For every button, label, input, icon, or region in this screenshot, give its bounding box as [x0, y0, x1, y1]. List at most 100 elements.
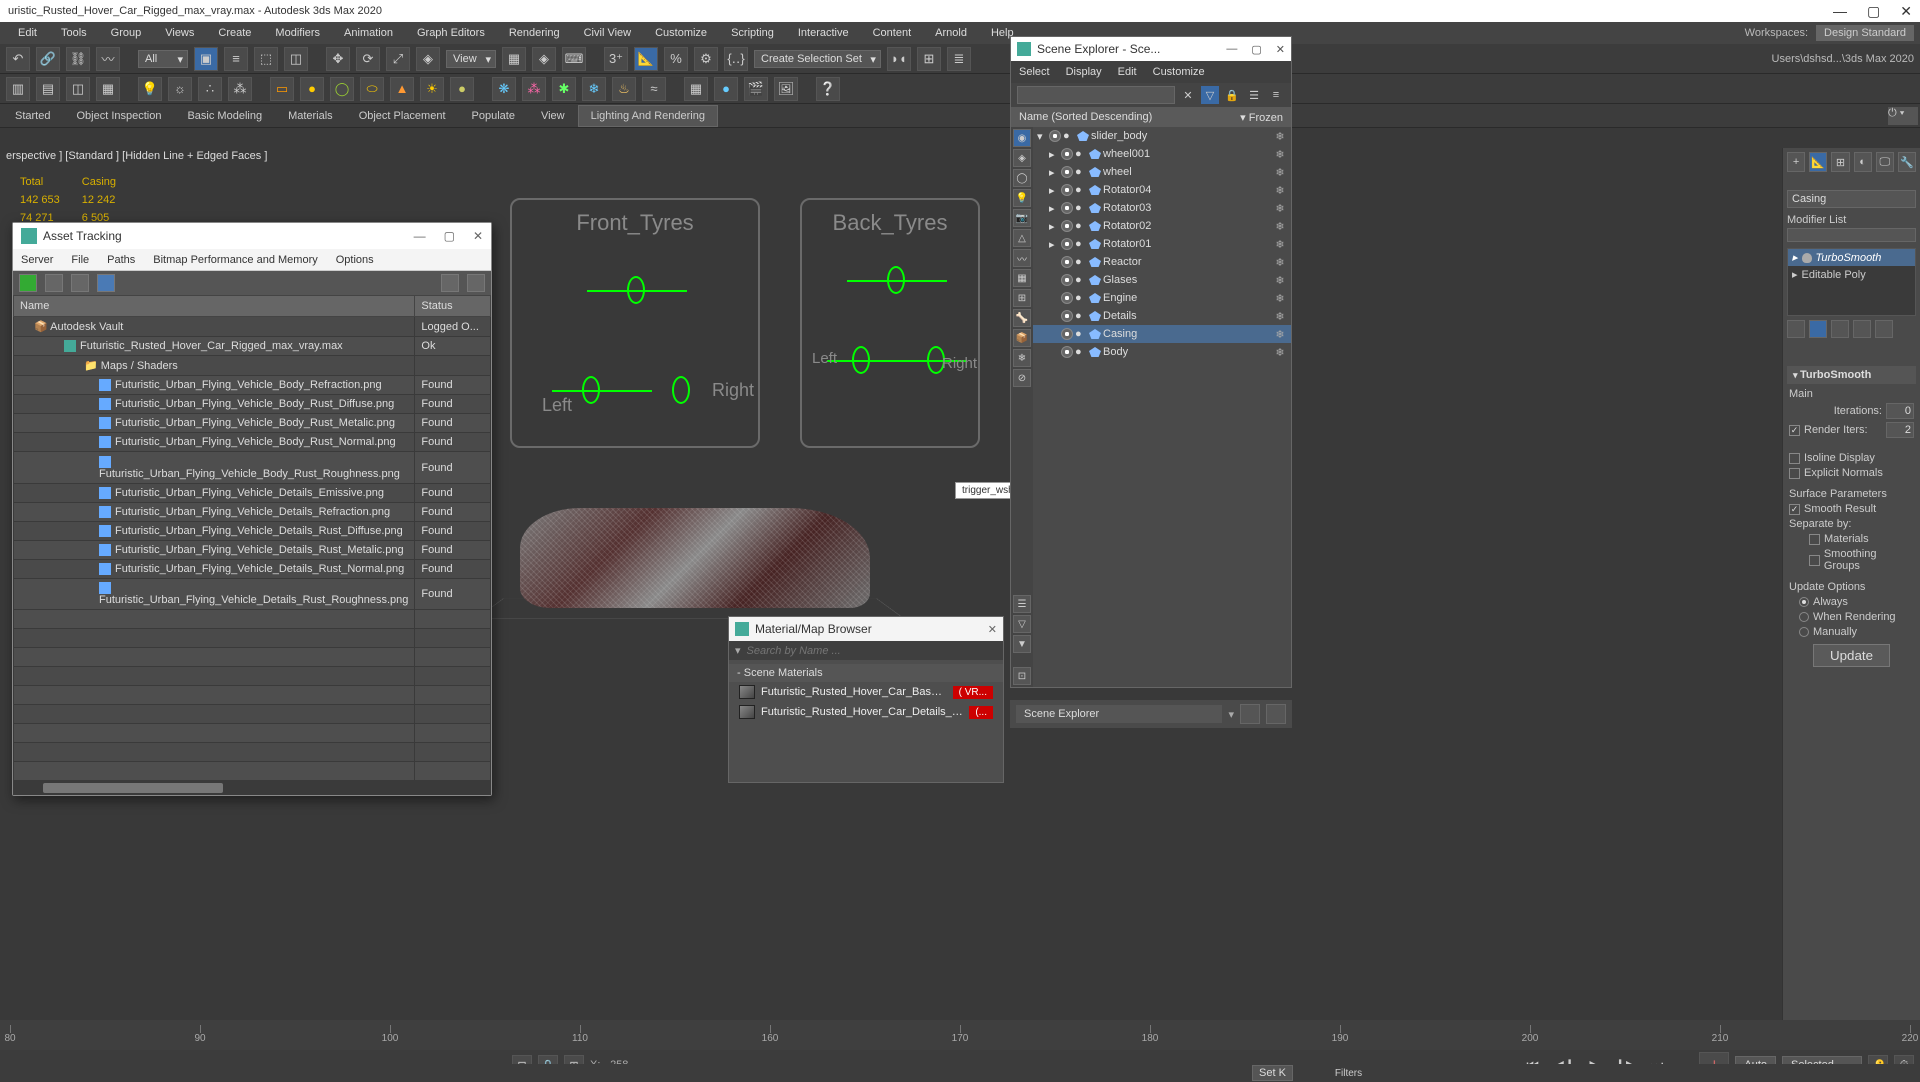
object-name-field[interactable]: Casing	[1787, 190, 1916, 208]
separate-smoothing-groups-checkbox[interactable]	[1809, 555, 1820, 566]
asset-minimize[interactable]: —	[414, 229, 426, 243]
help-icon[interactable]: ❔	[816, 77, 840, 101]
freeze-icon[interactable]: ❄	[1273, 328, 1287, 341]
particle-icon-2[interactable]: ⁂	[228, 77, 252, 101]
select-rect-button[interactable]: ⬚	[254, 47, 278, 71]
menu-tools[interactable]: Tools	[49, 24, 99, 42]
angle-snap-button[interactable]: 📐	[634, 47, 658, 71]
select-by-name-button[interactable]: ≡	[224, 47, 248, 71]
tool-btn-3[interactable]: ◫	[66, 77, 90, 101]
freeze-icon[interactable]: ❄	[1273, 166, 1287, 179]
primitive-sphere[interactable]: ●	[300, 77, 324, 101]
manipulate-button[interactable]: ◈	[532, 47, 556, 71]
visibility-toggle[interactable]	[1061, 238, 1073, 250]
visibility-toggle[interactable]	[1061, 346, 1073, 358]
ribbon-tab-view[interactable]: View	[528, 105, 578, 127]
freeze-icon[interactable]: ❄	[1273, 220, 1287, 233]
utilities-tab[interactable]: 🔧	[1898, 152, 1916, 172]
asset-item-row[interactable]: Futuristic_Urban_Flying_Vehicle_Details_…	[14, 540, 491, 559]
undo-button[interactable]: ↶	[6, 47, 30, 71]
hierarchy-tab[interactable]: ⊞	[1831, 152, 1849, 172]
fx-btn-3[interactable]: ✱	[552, 77, 576, 101]
move-button[interactable]: ✥	[326, 47, 350, 71]
menu-modifiers[interactable]: Modifiers	[263, 24, 332, 42]
scene-tree-row[interactable]: ▸●Rotator01❄	[1033, 235, 1291, 253]
primitive-tube[interactable]: ●	[450, 77, 474, 101]
material-browser-window[interactable]: Material/Map Browser ✕ ▾ - Scene Materia…	[728, 616, 1004, 783]
scene-maximize[interactable]: ▢	[1251, 43, 1261, 56]
asset-tracking-window[interactable]: Asset Tracking — ▢ ✕ Server File Paths B…	[12, 222, 492, 796]
scene-menu-select[interactable]: Select	[1019, 66, 1050, 78]
asset-item-row[interactable]: Futuristic_Urban_Flying_Vehicle_Body_Rus…	[14, 414, 491, 433]
ribbon-tab-basic-modeling[interactable]: Basic Modeling	[174, 105, 275, 127]
asset-folder-row[interactable]: 📁 Maps / Shaders	[14, 356, 491, 376]
fx-btn-6[interactable]: ≈	[642, 77, 666, 101]
viewport-3d-content[interactable]: Front_Tyres Left Right Back_Tyres Left R…	[500, 198, 1010, 648]
menu-create[interactable]: Create	[206, 24, 263, 42]
menu-content[interactable]: Content	[861, 24, 924, 42]
freeze-icon[interactable]: ❄	[1273, 346, 1287, 359]
bind-button[interactable]: 〰	[96, 47, 120, 71]
layer-explorer-button[interactable]: ≣	[947, 47, 971, 71]
ribbon-tab-populate[interactable]: Populate	[459, 105, 528, 127]
primitive-cone[interactable]: ▲	[390, 77, 414, 101]
maximize-button[interactable]: ▢	[1867, 3, 1880, 20]
filter-cameras[interactable]: 📷	[1013, 209, 1031, 227]
asset-titlebar[interactable]: Asset Tracking — ▢ ✕	[13, 223, 491, 249]
scene-tree-row[interactable]: ▸●Rotator03❄	[1033, 199, 1291, 217]
scene-titlebar[interactable]: Scene Explorer - Sce... — ▢ ✕	[1011, 37, 1291, 61]
asset-maximize[interactable]: ▢	[444, 229, 455, 243]
rig-back-slider-top[interactable]	[847, 280, 947, 282]
modifier-list-dropdown[interactable]	[1787, 228, 1916, 242]
pin-stack-button[interactable]	[1787, 320, 1805, 338]
freeze-icon[interactable]: ❄	[1273, 238, 1287, 251]
fx-btn-2[interactable]: ⁂	[522, 77, 546, 101]
menu-group[interactable]: Group	[99, 24, 154, 42]
scene-tree-row[interactable]: ●Engine❄	[1033, 289, 1291, 307]
asset-col-status[interactable]: Status	[415, 296, 491, 317]
render-iters-checkbox[interactable]	[1789, 425, 1800, 436]
timeline-ticks[interactable]: 8090100110160170180190200210220	[10, 1025, 1910, 1045]
scene-explorer-window[interactable]: Scene Explorer - Sce... — ▢ ✕ Select Dis…	[1010, 36, 1292, 688]
set-key-button[interactable]: Set K	[1252, 1065, 1293, 1081]
visibility-toggle[interactable]	[1061, 202, 1073, 214]
primitive-box[interactable]: ▭	[270, 77, 294, 101]
placement-button[interactable]: ◈	[416, 47, 440, 71]
filter-spacewarps[interactable]: 〰	[1013, 249, 1031, 267]
primitive-cylinder[interactable]: ⬭	[360, 77, 384, 101]
percent-snap-button[interactable]: %	[664, 47, 688, 71]
snap-toggle-button[interactable]: 3⁺	[604, 47, 628, 71]
remove-modifier-button[interactable]	[1853, 320, 1871, 338]
scene-menu-display[interactable]: Display	[1066, 66, 1102, 78]
filter-groups[interactable]: ▦	[1013, 269, 1031, 287]
freeze-icon[interactable]: ❄	[1273, 310, 1287, 323]
modifier-turbosmooth[interactable]: ▸TurboSmooth	[1788, 249, 1915, 266]
asset-view-list[interactable]	[45, 274, 63, 292]
filter-all[interactable]: ◉	[1013, 129, 1031, 147]
visibility-toggle[interactable]	[1061, 328, 1073, 340]
scene-list-button[interactable]: ≡	[1267, 86, 1285, 104]
visibility-toggle[interactable]	[1061, 166, 1073, 178]
filter-shapes[interactable]: ◯	[1013, 169, 1031, 187]
visibility-toggle[interactable]	[1061, 184, 1073, 196]
visibility-toggle[interactable]	[1049, 130, 1061, 142]
material-item-1[interactable]: Futuristic_Rusted_Hover_Car_Details_MAT …	[729, 702, 1003, 722]
menu-graph-editors[interactable]: Graph Editors	[405, 24, 497, 42]
timeline[interactable]: 8090100110160170180190200210220	[0, 1020, 1920, 1050]
display-tab[interactable]: 🖵	[1876, 152, 1894, 172]
asset-settings-button[interactable]	[467, 274, 485, 292]
scale-button[interactable]: ⤢	[386, 47, 410, 71]
scene-tree-row[interactable]: ●Body❄	[1033, 343, 1291, 361]
visibility-toggle[interactable]	[1061, 310, 1073, 322]
material-close-button[interactable]: ✕	[988, 623, 997, 636]
scene-menu-customize[interactable]: Customize	[1153, 66, 1205, 78]
scene-tree-button[interactable]: ☰	[1245, 86, 1263, 104]
filter-hidden[interactable]: ⊘	[1013, 369, 1031, 387]
primitive-plane[interactable]: ☀	[420, 77, 444, 101]
material-search-input[interactable]	[747, 645, 997, 657]
filter-containers[interactable]: 📦	[1013, 329, 1031, 347]
search-dropdown-icon[interactable]: ▾	[735, 644, 741, 657]
asset-view-tree[interactable]	[71, 274, 89, 292]
rig-slider-top[interactable]	[587, 290, 687, 292]
scene-tree-row[interactable]: ▸●wheel001❄	[1033, 145, 1291, 163]
